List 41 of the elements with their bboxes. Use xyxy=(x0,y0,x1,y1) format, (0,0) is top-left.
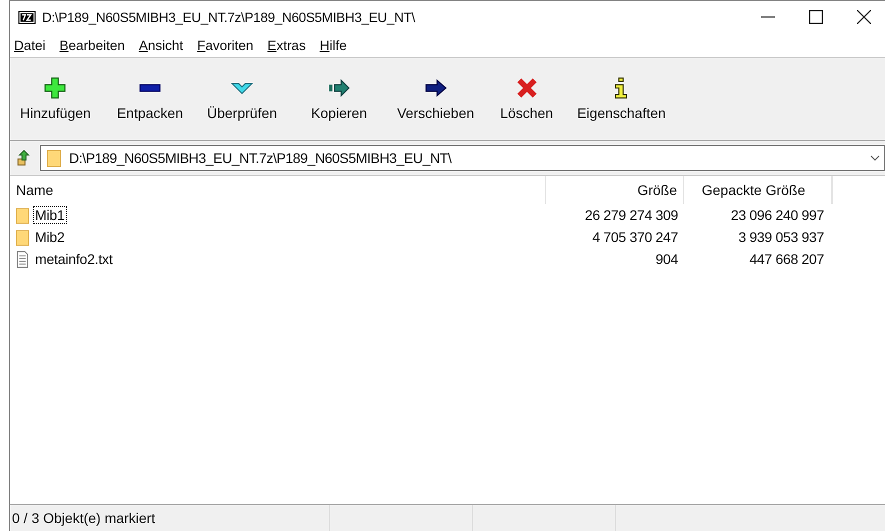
window-title: D:\P189_N60S5MIBH3_EU_NT.7z\P189_N60S5MIBH3_EU_NT\ xyxy=(42,10,416,24)
menu-item[interactable]: Favoriten xyxy=(195,38,256,52)
dropdown-caret-icon[interactable] xyxy=(870,155,880,161)
status-text: 0 / 3 Objekt(e) markiert xyxy=(10,505,330,531)
plus-icon xyxy=(44,77,66,99)
toolbar-button[interactable]: Kopieren xyxy=(301,77,378,121)
menu-item[interactable]: Ansicht xyxy=(136,38,186,52)
file-name[interactable]: metainfo2.txt xyxy=(33,250,115,268)
menu-item[interactable]: Datei xyxy=(12,38,48,52)
address-bar[interactable]: D:\P189_N60S5MIBH3_EU_NT.7z\P189_N60S5MIBH3_EU_NT\ xyxy=(40,145,885,171)
toolbar-button[interactable]: Eigenschaften xyxy=(567,77,676,121)
folder-icon xyxy=(16,206,29,224)
toolbar-button[interactable]: Hinzufügen xyxy=(10,77,101,121)
toolbar-button[interactable]: Entpacken xyxy=(106,77,193,121)
menu-item[interactable]: Hilfe xyxy=(318,38,349,52)
column-header[interactable]: Gepackte Größe xyxy=(684,176,832,204)
column-header[interactable]: Größe xyxy=(546,176,684,204)
packed-size-cell-text: 447 668 207 xyxy=(748,251,825,267)
toolbar-button[interactable]: Überprüfen xyxy=(197,77,288,121)
text-file-icon xyxy=(16,250,29,268)
size-cell-text: 4 705 370 247 xyxy=(591,229,679,245)
folder-icon xyxy=(47,149,61,167)
arrow-right-icon xyxy=(424,77,447,99)
menu-item[interactable]: Bearbeiten xyxy=(58,38,127,52)
app-icon xyxy=(18,10,36,24)
size-cell-text: 26 279 274 309 xyxy=(584,207,679,223)
folder-icon xyxy=(16,228,29,246)
toolbar-button[interactable]: Löschen xyxy=(490,77,564,121)
packed-size-cell-text: 3 939 053 937 xyxy=(737,229,825,245)
packed-size-cell-text: 23 096 240 997 xyxy=(730,207,825,223)
copy-arrow-icon xyxy=(328,77,350,99)
delete-x-icon xyxy=(516,77,538,99)
toolbar-button[interactable]: Verschieben xyxy=(387,77,484,121)
file-name[interactable]: Mib2 xyxy=(33,228,67,246)
column-header[interactable]: Name xyxy=(10,176,546,204)
close-icon[interactable] xyxy=(857,10,871,24)
size-cell-text: 904 xyxy=(654,251,679,267)
up-folder-icon[interactable] xyxy=(16,150,32,166)
file-name[interactable]: Mib1 xyxy=(33,206,67,224)
maximize-icon[interactable] xyxy=(809,10,823,24)
menu-item[interactable]: Extras xyxy=(265,38,308,52)
